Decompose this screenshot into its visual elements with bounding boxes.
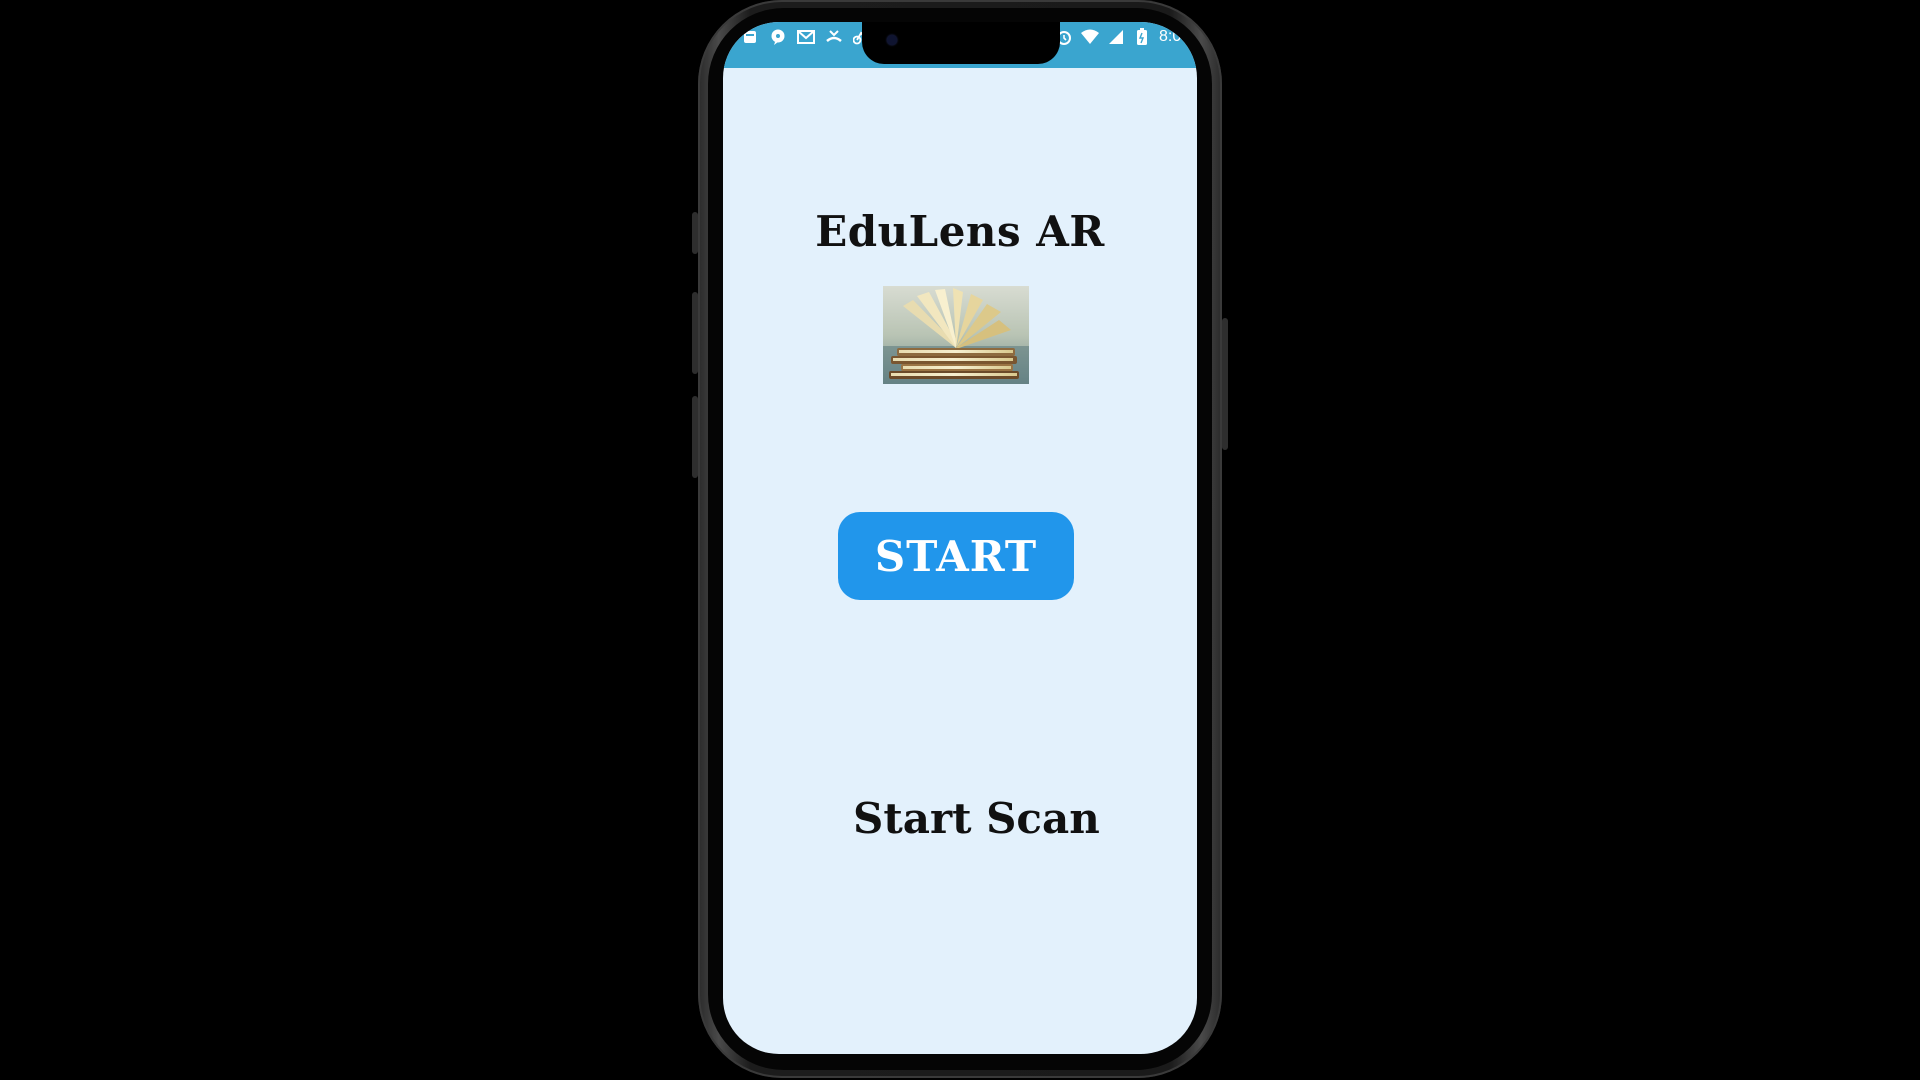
action-button bbox=[692, 212, 698, 254]
app-title: EduLens AR bbox=[815, 207, 1105, 256]
book-stack-image bbox=[883, 286, 1029, 384]
chat-icon bbox=[769, 28, 787, 46]
status-left-icons bbox=[741, 28, 871, 46]
power-button bbox=[1222, 318, 1228, 450]
notification-icon bbox=[741, 28, 759, 46]
wifi-icon bbox=[1081, 28, 1099, 46]
mail-icon bbox=[797, 28, 815, 46]
phone-frame: 8:0 EduLens AR START Start Scan bbox=[692, 0, 1228, 1078]
status-time: 8:0 bbox=[1159, 28, 1182, 45]
status-right-icons: 8:0 bbox=[1055, 28, 1187, 46]
start-scan-label[interactable]: Start Scan bbox=[853, 794, 1100, 843]
volume-up-button bbox=[692, 292, 698, 374]
volume-down-button bbox=[692, 396, 698, 478]
phone-screen: 8:0 EduLens AR START Start Scan bbox=[723, 22, 1197, 1054]
front-camera bbox=[887, 35, 897, 45]
start-button[interactable]: START bbox=[838, 512, 1074, 600]
desktop-background: 8:0 EduLens AR START Start Scan bbox=[0, 0, 1920, 1080]
missed-call-icon bbox=[825, 28, 843, 46]
battery-icon bbox=[1133, 28, 1151, 46]
camera-notch bbox=[862, 22, 1060, 64]
signal-icon bbox=[1107, 28, 1125, 46]
